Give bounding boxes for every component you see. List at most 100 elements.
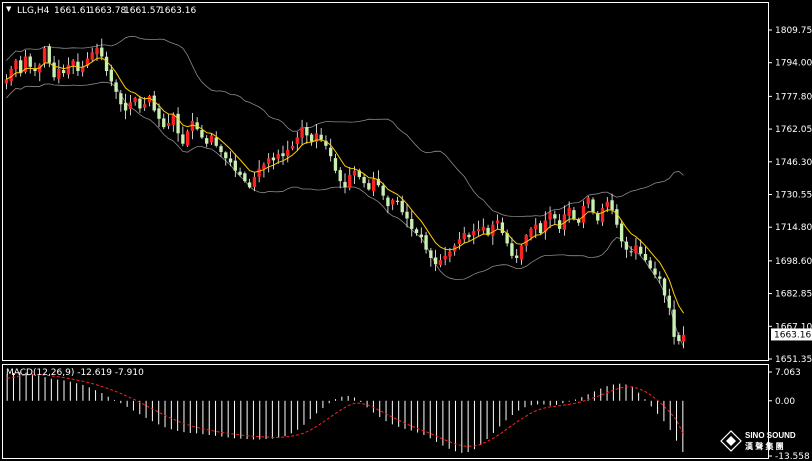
candle-body <box>681 334 686 342</box>
price-axis-label: 1730.55 <box>775 191 812 201</box>
candle-body <box>95 48 99 55</box>
candle-body <box>143 104 147 108</box>
candle-body <box>677 335 681 342</box>
candle-body <box>81 66 85 73</box>
candle-body <box>4 79 9 84</box>
candle-body <box>290 145 295 149</box>
candle-body <box>395 200 400 202</box>
candle-body <box>648 260 652 269</box>
candle-body <box>162 118 166 128</box>
candle-body <box>495 220 500 224</box>
candle-body <box>429 250 433 258</box>
candle-body <box>534 224 538 230</box>
candle-body <box>405 211 409 219</box>
price-axis-label: 1651.35 <box>775 355 812 365</box>
candle-body <box>166 122 171 126</box>
candle-body <box>386 197 390 207</box>
price-axis-label: 1714.80 <box>775 223 812 233</box>
candle-body <box>448 251 452 257</box>
candle-body <box>615 209 619 225</box>
candle-body <box>185 131 190 146</box>
candle-body <box>57 68 61 79</box>
candle-body <box>410 218 414 229</box>
sino-sound-logo-icon <box>720 430 742 452</box>
candle-body <box>586 197 590 205</box>
candle-body <box>224 152 228 159</box>
chart-frame <box>2 2 769 459</box>
candle-body <box>281 153 285 157</box>
candle-body <box>662 278 667 296</box>
candle-body <box>233 160 237 171</box>
candle-body <box>348 174 352 188</box>
candle-body <box>481 226 485 231</box>
price-axis: 1809.75 1794.00 1777.80 1762.05 1746.30 1730.… <box>768 26 812 365</box>
candle-body <box>658 276 662 279</box>
candle-body <box>624 241 629 250</box>
candle-body <box>581 206 586 223</box>
price-axis-label: 1698.60 <box>775 257 812 267</box>
candle-body <box>610 200 614 211</box>
candle-body <box>181 134 185 144</box>
candle-body <box>672 309 676 337</box>
candle-body <box>228 158 233 163</box>
candle-body <box>472 230 476 236</box>
candle-body <box>462 233 466 240</box>
candle-body <box>639 246 643 254</box>
candle-body <box>28 56 32 67</box>
candle-body <box>61 70 66 74</box>
candle-body <box>352 170 357 176</box>
macd-axis-label: 0.00 <box>775 397 795 407</box>
candle-body <box>200 130 204 138</box>
candle-body <box>300 127 304 138</box>
candle-body <box>572 210 576 219</box>
current-price-label: 1663.16 <box>774 330 811 340</box>
candlestick-series <box>4 38 686 349</box>
candle-body <box>553 214 557 219</box>
candle-body <box>219 146 223 153</box>
candle-body <box>42 48 47 63</box>
candle-body <box>176 113 180 134</box>
candle-body <box>252 176 257 187</box>
candle-body <box>438 260 443 266</box>
ohlc-close: 1663.16 <box>159 6 197 16</box>
candle-body <box>114 82 118 92</box>
candle-body <box>276 154 280 159</box>
candle-body <box>510 243 514 256</box>
price-axis-label: 1809.75 <box>775 26 812 36</box>
candle-body <box>643 253 648 261</box>
candle-body <box>209 135 214 143</box>
candle-body <box>100 47 104 57</box>
chart-window[interactable]: 1809.75 1794.00 1777.80 1762.05 1746.30 1730.… <box>0 0 812 461</box>
logo-subtitle: 漢 聲 集 團 <box>745 442 784 451</box>
candle-body <box>133 98 137 102</box>
candle-body <box>305 127 309 136</box>
price-axis-label: 1762.05 <box>775 125 812 135</box>
macd-axis-label: 7.063 <box>775 368 801 378</box>
candle-body <box>152 95 156 111</box>
candle-body <box>619 223 624 242</box>
candle-body <box>400 200 404 213</box>
candle-body <box>138 98 142 109</box>
candle-body <box>295 137 299 144</box>
candle-body <box>171 114 175 125</box>
price-axis-label: 1777.80 <box>775 92 812 102</box>
candle-body <box>214 137 218 146</box>
candle-body <box>524 235 528 246</box>
macd-signal-path <box>7 374 684 447</box>
candle-body <box>362 177 366 184</box>
candle-body <box>519 245 524 260</box>
candle-body <box>457 239 462 245</box>
candle-body <box>238 171 242 175</box>
candle-body <box>119 93 123 105</box>
price-panel-border <box>2 2 769 361</box>
ohlc-open: 1661.61 <box>54 6 92 16</box>
candle-body <box>52 62 56 78</box>
macd-signal-line <box>7 374 684 447</box>
triangle-down-icon[interactable]: ▼ <box>6 5 11 13</box>
candle-body <box>267 158 271 164</box>
candle-body <box>271 157 276 161</box>
candle-body <box>548 212 552 220</box>
candle-body <box>443 255 447 260</box>
candle-body <box>90 52 94 60</box>
macd-panel-border <box>2 364 769 459</box>
